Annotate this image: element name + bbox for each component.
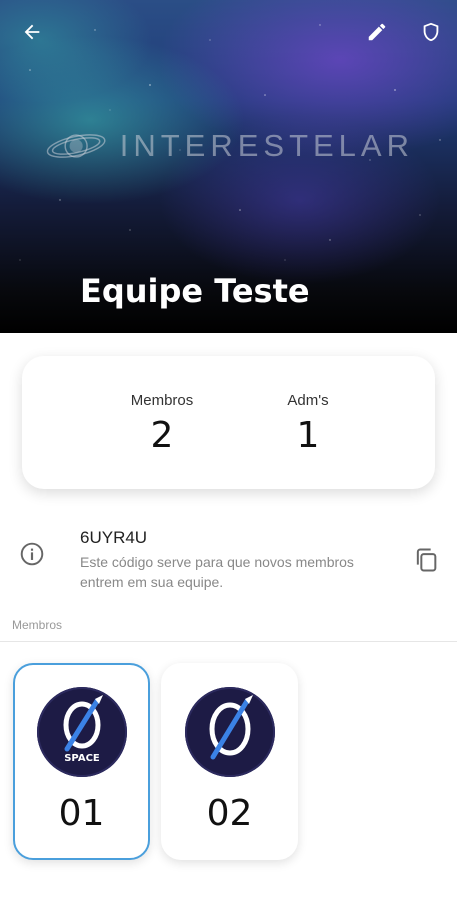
member-card[interactable]: SPACE 01 bbox=[13, 663, 150, 860]
members-stat-value: 2 bbox=[150, 415, 174, 456]
copy-code-button[interactable] bbox=[412, 546, 440, 574]
invite-code-row: 6UYR4U Este código serve para que novos … bbox=[0, 524, 457, 596]
members-stat-label: Membros bbox=[130, 392, 194, 409]
team-header-banner: INTERESTELAR Equipe Teste bbox=[0, 0, 457, 333]
logo-text: INTERESTELAR bbox=[119, 128, 414, 163]
edit-button[interactable] bbox=[363, 18, 391, 46]
team-name: Equipe Teste bbox=[80, 272, 310, 310]
shield-icon bbox=[423, 22, 439, 42]
member-card[interactable]: 02 bbox=[161, 663, 298, 860]
admins-stat-value: 1 bbox=[296, 415, 320, 456]
permissions-button[interactable] bbox=[417, 18, 445, 46]
invite-code: 6UYR4U bbox=[80, 528, 148, 547]
member-name: 01 bbox=[58, 793, 105, 834]
members-section-label: Membros bbox=[12, 618, 63, 632]
arrow-left-icon bbox=[24, 24, 40, 40]
members-stat: Membros 2 bbox=[102, 392, 222, 456]
space-rocket-avatar-icon: SPACE bbox=[37, 687, 127, 777]
pencil-icon bbox=[368, 23, 386, 41]
avatar-brand-text: SPACE bbox=[64, 753, 100, 764]
team-stats-card: Membros 2 Adm's 1 bbox=[22, 356, 435, 489]
rocket-avatar-icon bbox=[185, 687, 275, 777]
member-name: 02 bbox=[206, 793, 253, 834]
invite-code-description: Este código serve para que novos membros… bbox=[80, 554, 354, 590]
admins-stat: Adm's 1 bbox=[248, 392, 368, 456]
info-icon bbox=[20, 542, 44, 566]
back-button[interactable] bbox=[18, 18, 46, 46]
team-logo: INTERESTELAR bbox=[44, 118, 414, 174]
planet-logo-icon bbox=[46, 134, 106, 158]
section-divider bbox=[0, 641, 457, 642]
copy-icon bbox=[416, 548, 437, 572]
admins-stat-label: Adm's bbox=[287, 392, 329, 409]
